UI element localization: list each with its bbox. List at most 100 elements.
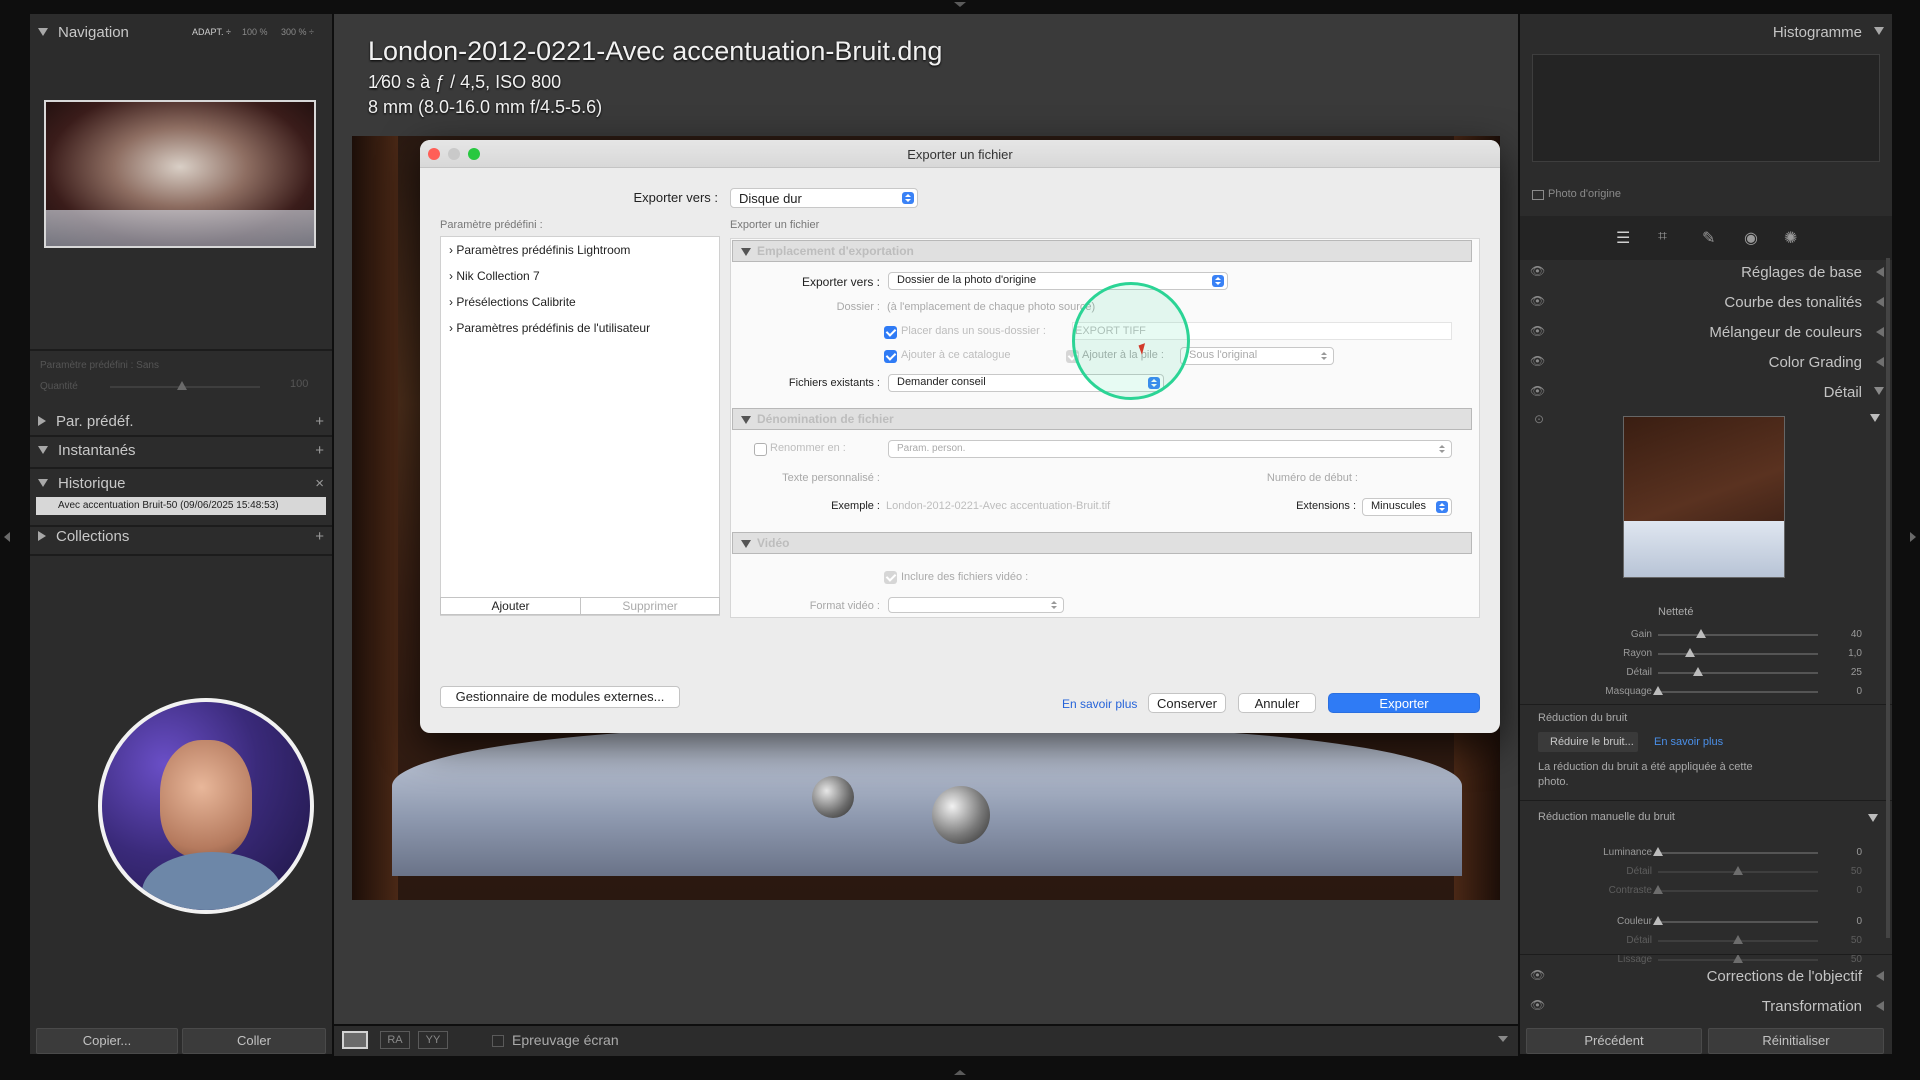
quantity-knob[interactable] — [177, 381, 187, 390]
panel-detail[interactable]: 👁 Détail — [1520, 378, 1892, 406]
slider-knob[interactable] — [1653, 686, 1663, 695]
panel-basic[interactable]: 👁 Réglages de base — [1520, 258, 1892, 286]
histogram-header[interactable]: Histogramme — [1520, 18, 1892, 46]
add-icon[interactable]: + — [315, 528, 324, 545]
slider-track[interactable] — [1658, 852, 1818, 854]
rename-checkbox[interactable] — [754, 443, 767, 456]
previous-button[interactable]: Précédent — [1526, 1028, 1702, 1054]
section-file-naming[interactable]: Dénomination de fichier — [732, 408, 1472, 430]
slider-knob[interactable] — [1685, 648, 1695, 657]
section-video[interactable]: Vidéo — [732, 532, 1472, 554]
noise-learn-more-link[interactable]: En savoir plus — [1654, 736, 1723, 748]
slider-track[interactable] — [1658, 691, 1818, 693]
slider-knob[interactable] — [1653, 847, 1663, 856]
preset-group-nik[interactable]: › Nik Collection 7 — [449, 269, 540, 283]
slider-row[interactable]: Détail 50 — [1520, 932, 1892, 950]
loupe-view-icon[interactable] — [342, 1031, 368, 1049]
navigator-thumbnail[interactable] — [44, 100, 316, 248]
toolbar-menu-icon[interactable] — [1498, 1036, 1508, 1042]
slider-knob[interactable] — [1693, 667, 1703, 676]
denoise-button[interactable]: Réduire le bruit... — [1538, 732, 1638, 752]
preset-group-lightroom[interactable]: › Paramètres prédéfinis Lightroom — [449, 243, 630, 257]
keep-button[interactable]: Conserver — [1148, 693, 1226, 713]
collapse-icon[interactable] — [1868, 814, 1878, 822]
rename-template-select[interactable]: Param. person. — [888, 440, 1452, 458]
slider-row[interactable]: Détail 50 — [1520, 863, 1892, 881]
soft-proof-checkbox[interactable] — [492, 1035, 504, 1047]
crop-icon[interactable]: ⌗ — [1658, 228, 1667, 246]
visibility-eye-icon[interactable]: 👁 — [1530, 968, 1545, 982]
add-icon[interactable]: + — [315, 413, 324, 430]
learn-more-link[interactable]: En savoir plus — [1062, 697, 1137, 711]
top-panel-toggle-icon[interactable] — [954, 2, 966, 7]
visibility-eye-icon[interactable]: 👁 — [1530, 294, 1545, 308]
before-after-lr-button[interactable]: RA — [380, 1031, 410, 1049]
slider-row[interactable]: Contraste 0 — [1520, 882, 1892, 900]
section-export-location[interactable]: Emplacement d'exportation — [732, 240, 1472, 262]
zoom-100[interactable]: 100 % — [242, 27, 268, 37]
slider-row[interactable]: Gain 40 — [1520, 626, 1892, 644]
redeye-icon[interactable]: ◉ — [1744, 228, 1758, 248]
detail-preview[interactable] — [1623, 416, 1785, 578]
panel-lens-corrections[interactable]: 👁 Corrections de l'objectif — [1520, 962, 1892, 990]
zoom-300[interactable]: 300 % ÷ — [281, 27, 314, 37]
slider-row[interactable]: Couleur 0 — [1520, 913, 1892, 931]
slider-row[interactable]: Rayon 1,0 — [1520, 645, 1892, 663]
panel-color-grading[interactable]: 👁 Color Grading — [1520, 348, 1892, 376]
paste-button[interactable]: Coller — [182, 1028, 326, 1054]
visibility-eye-icon[interactable]: 👁 — [1530, 384, 1545, 398]
stack-position-select[interactable]: Sous l'original — [1180, 347, 1334, 365]
slider-track[interactable] — [1658, 653, 1818, 655]
detail-zoom-menu-icon[interactable] — [1870, 414, 1880, 422]
clear-icon[interactable]: × — [315, 475, 324, 492]
panel-scrollbar[interactable] — [1886, 258, 1890, 938]
right-panel-toggle-icon[interactable] — [1910, 532, 1916, 542]
slider-row[interactable]: Luminance 0 — [1520, 844, 1892, 862]
visibility-eye-icon[interactable]: 👁 — [1530, 354, 1545, 368]
remove-preset-button[interactable]: Supprimer — [580, 597, 720, 615]
plugin-manager-button[interactable]: Gestionnaire de modules externes... — [440, 686, 680, 708]
slider-knob[interactable] — [1696, 629, 1706, 638]
history-item[interactable]: Avec accentuation Bruit-50 (09/06/2025 1… — [36, 497, 326, 515]
reset-button[interactable]: Réinitialiser — [1708, 1028, 1884, 1054]
navigator-header[interactable]: Navigation ADAPT. ÷ 100 % 300 % ÷ — [30, 18, 332, 46]
video-format-select[interactable] — [888, 597, 1064, 613]
visibility-eye-icon[interactable]: 👁 — [1530, 324, 1545, 338]
export-to-select[interactable]: Disque dur — [730, 188, 918, 208]
slider-track[interactable] — [1658, 634, 1818, 636]
copy-button[interactable]: Copier... — [36, 1028, 178, 1054]
target-adjust-icon[interactable]: ⊙ — [1534, 412, 1544, 426]
subfolder-checkbox[interactable] — [884, 326, 897, 339]
section-history[interactable]: Historique × — [30, 469, 332, 497]
before-after-tb-button[interactable]: YY — [418, 1031, 448, 1049]
visibility-eye-icon[interactable]: 👁 — [1530, 264, 1545, 278]
bottom-panel-toggle-icon[interactable] — [954, 1070, 966, 1075]
slider-knob[interactable] — [1733, 935, 1743, 944]
preset-group-calibrite[interactable]: › Présélections Calibrite — [449, 295, 576, 309]
zoom-fit[interactable]: ADAPT. ÷ — [192, 27, 231, 37]
include-video-checkbox[interactable] — [884, 571, 897, 584]
extensions-select[interactable]: Minuscules — [1362, 498, 1452, 516]
slider-row[interactable]: Détail 25 — [1520, 664, 1892, 682]
healing-icon[interactable]: ✎ — [1702, 228, 1715, 248]
add-icon[interactable]: + — [315, 442, 324, 459]
left-panel-toggle-icon[interactable] — [4, 532, 10, 542]
location-export-to-select[interactable]: Dossier de la photo d'origine — [888, 272, 1228, 290]
slider-track[interactable] — [1658, 890, 1818, 892]
panel-transform[interactable]: 👁 Transformation — [1520, 992, 1892, 1020]
edit-sliders-icon[interactable]: ☰ — [1616, 228, 1630, 248]
section-presets[interactable]: Par. prédéf. + — [30, 407, 332, 435]
masking-icon[interactable]: ✺ — [1784, 228, 1797, 248]
add-to-catalog-checkbox[interactable] — [884, 350, 897, 363]
slider-knob[interactable] — [1653, 916, 1663, 925]
add-preset-button[interactable]: Ajouter — [440, 597, 581, 615]
section-collections[interactable]: Collections + — [30, 522, 332, 550]
panel-color-mixer[interactable]: 👁 Mélangeur de couleurs — [1520, 318, 1892, 346]
visibility-eye-icon[interactable]: 👁 — [1530, 998, 1545, 1012]
preset-group-user[interactable]: › Paramètres prédéfinis de l'utilisateur — [449, 321, 650, 335]
section-snapshots[interactable]: Instantanés + — [30, 436, 332, 464]
cancel-button[interactable]: Annuler — [1238, 693, 1316, 713]
export-button[interactable]: Exporter — [1328, 693, 1480, 713]
slider-track[interactable] — [1658, 921, 1818, 923]
panel-tone-curve[interactable]: 👁 Courbe des tonalités — [1520, 288, 1892, 316]
